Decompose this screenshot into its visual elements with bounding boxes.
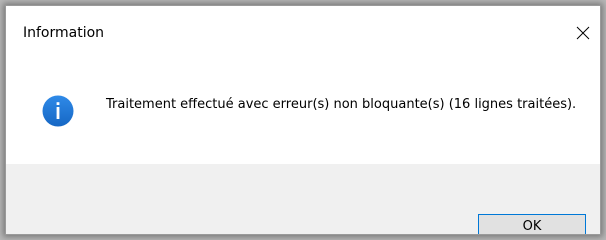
- dialog-content: Traitement effectué avec erreur(s) non b…: [6, 62, 600, 164]
- button-bar: OK: [6, 164, 600, 234]
- message-text: Traitement effectué avec erreur(s) non b…: [106, 97, 577, 112]
- info-icon: [42, 95, 74, 127]
- close-icon: [576, 26, 590, 40]
- close-button[interactable]: [566, 18, 600, 48]
- title-bar: Information: [6, 6, 600, 62]
- information-dialog: Information Traitement effectué avec err…: [5, 5, 601, 235]
- ok-button[interactable]: OK: [478, 214, 586, 234]
- dialog-title: Information: [23, 25, 105, 41]
